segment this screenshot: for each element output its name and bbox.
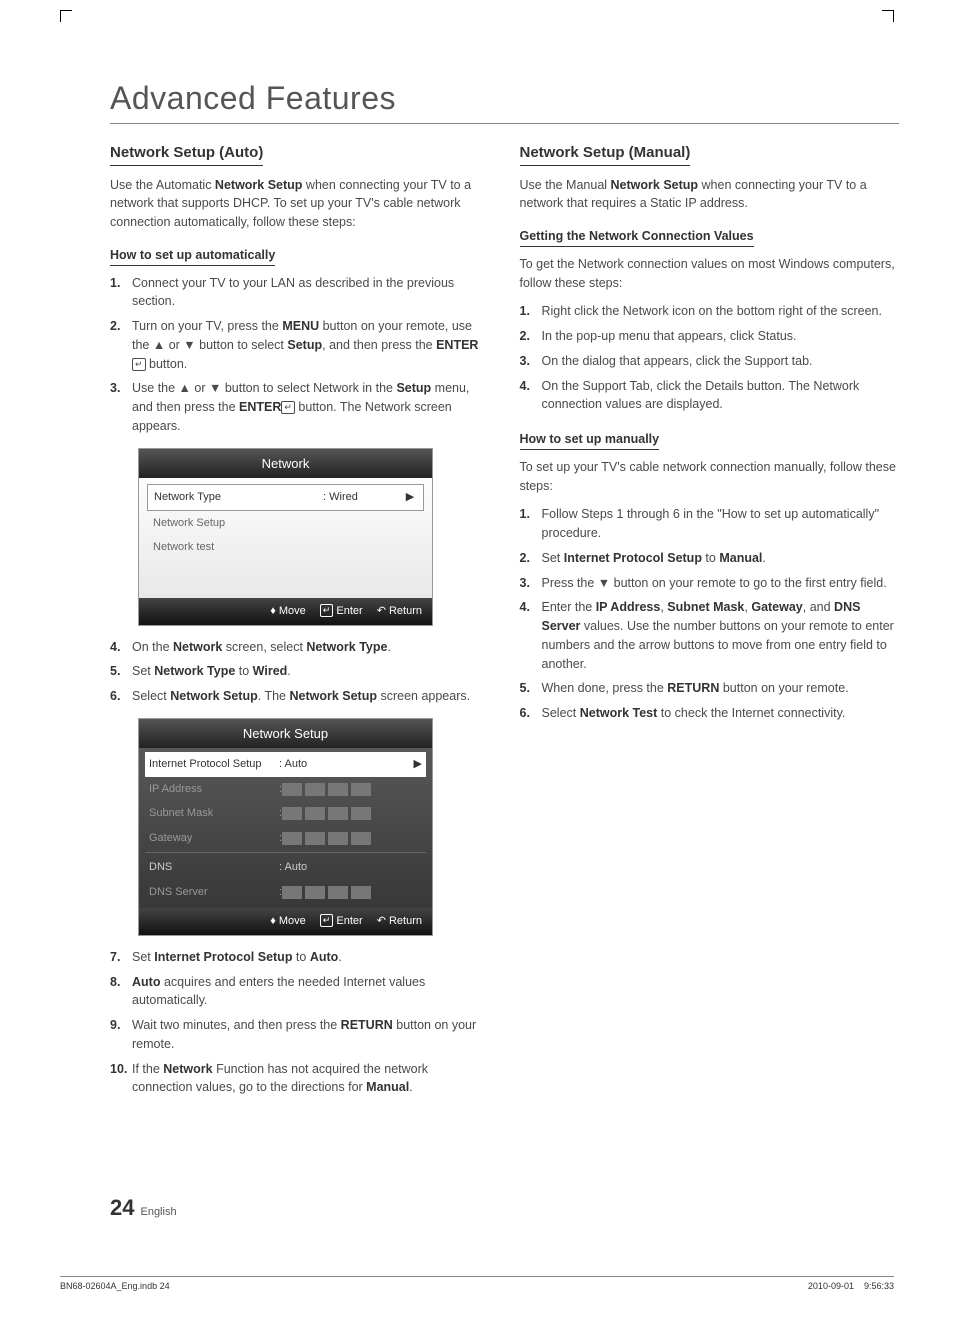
ui1-row-network-type: Network Type : Wired ▶: [147, 484, 424, 511]
ui1-row-network-test: Network test: [147, 535, 424, 560]
right-section-heading: Network Setup (Manual): [520, 142, 691, 166]
move-icon: ♦ Move: [270, 913, 306, 930]
left-sub-heading-1: How to set up automatically: [110, 246, 275, 266]
ui2-row-dns-server: DNS Server:: [145, 880, 426, 905]
enter-icon: ↵ Enter: [320, 913, 363, 930]
ui2-row-dns: DNS: Auto: [145, 855, 426, 880]
steps-auto-2: 4.On the Network screen, select Network …: [110, 638, 490, 706]
footer-file: BN68-02604A_Eng.indb 24: [60, 1281, 170, 1291]
page-number: 24: [110, 1195, 134, 1221]
right-arrow-icon: ▶: [403, 489, 417, 506]
page-content: Advanced Features Network Setup (Auto) U…: [0, 0, 954, 1149]
ui1-footer: ♦ Move ↵ Enter ↶ Return: [139, 598, 432, 625]
ui2-row-gateway: Gateway:: [145, 826, 426, 851]
page-title: Advanced Features: [110, 80, 899, 124]
enter-icon: ↵: [132, 358, 146, 371]
ui2-row-ip-setup: Internet Protocol Setup : Auto ▶: [145, 752, 426, 777]
ui2-title: Network Setup: [139, 719, 432, 749]
network-screen-illustration: Network Network Type : Wired ▶ Network S…: [138, 448, 433, 626]
page-number-row: 24 English: [110, 1195, 177, 1221]
steps-conn-values: 1.Right click the Network icon on the bo…: [520, 302, 900, 414]
steps-manual: 1.Follow Steps 1 through 6 in the "How t…: [520, 505, 900, 723]
right-column: Network Setup (Manual) Use the Manual Ne…: [520, 142, 900, 1109]
two-column-layout: Network Setup (Auto) Use the Automatic N…: [110, 142, 899, 1109]
ui2-row-subnet: Subnet Mask:: [145, 801, 426, 826]
right-para-1: To get the Network connection values on …: [520, 255, 900, 293]
right-intro: Use the Manual Network Setup when connec…: [520, 176, 900, 214]
footer-timestamp: 2010-09-01 9:56:33: [808, 1281, 894, 1291]
enter-icon: ↵ Enter: [320, 603, 363, 620]
print-footer: BN68-02604A_Eng.indb 24 2010-09-01 9:56:…: [60, 1276, 894, 1291]
left-section-heading: Network Setup (Auto): [110, 142, 263, 166]
page-language: English: [140, 1206, 176, 1218]
steps-auto-3: 7.Set Internet Protocol Setup to Auto. 8…: [110, 948, 490, 1097]
enter-icon: ↵: [281, 401, 295, 414]
ui1-title: Network: [139, 449, 432, 479]
return-icon: ↶ Return: [377, 913, 422, 930]
right-sub-heading-2: How to set up manually: [520, 430, 660, 450]
move-icon: ♦ Move: [270, 603, 306, 620]
ui2-footer: ♦ Move ↵ Enter ↶ Return: [139, 908, 432, 935]
right-para-2: To set up your TV's cable network connec…: [520, 458, 900, 496]
return-icon: ↶ Return: [377, 603, 422, 620]
ui2-row-ip-address: IP Address:: [145, 777, 426, 802]
left-intro: Use the Automatic Network Setup when con…: [110, 176, 490, 232]
ui1-row-network-setup: Network Setup: [147, 511, 424, 536]
steps-auto-1: 1.Connect your TV to your LAN as describ…: [110, 274, 490, 436]
right-arrow-icon: ▶: [414, 756, 422, 773]
network-setup-screen-illustration: Network Setup Internet Protocol Setup : …: [138, 718, 433, 936]
left-column: Network Setup (Auto) Use the Automatic N…: [110, 142, 490, 1109]
right-sub-heading-1: Getting the Network Connection Values: [520, 227, 754, 247]
